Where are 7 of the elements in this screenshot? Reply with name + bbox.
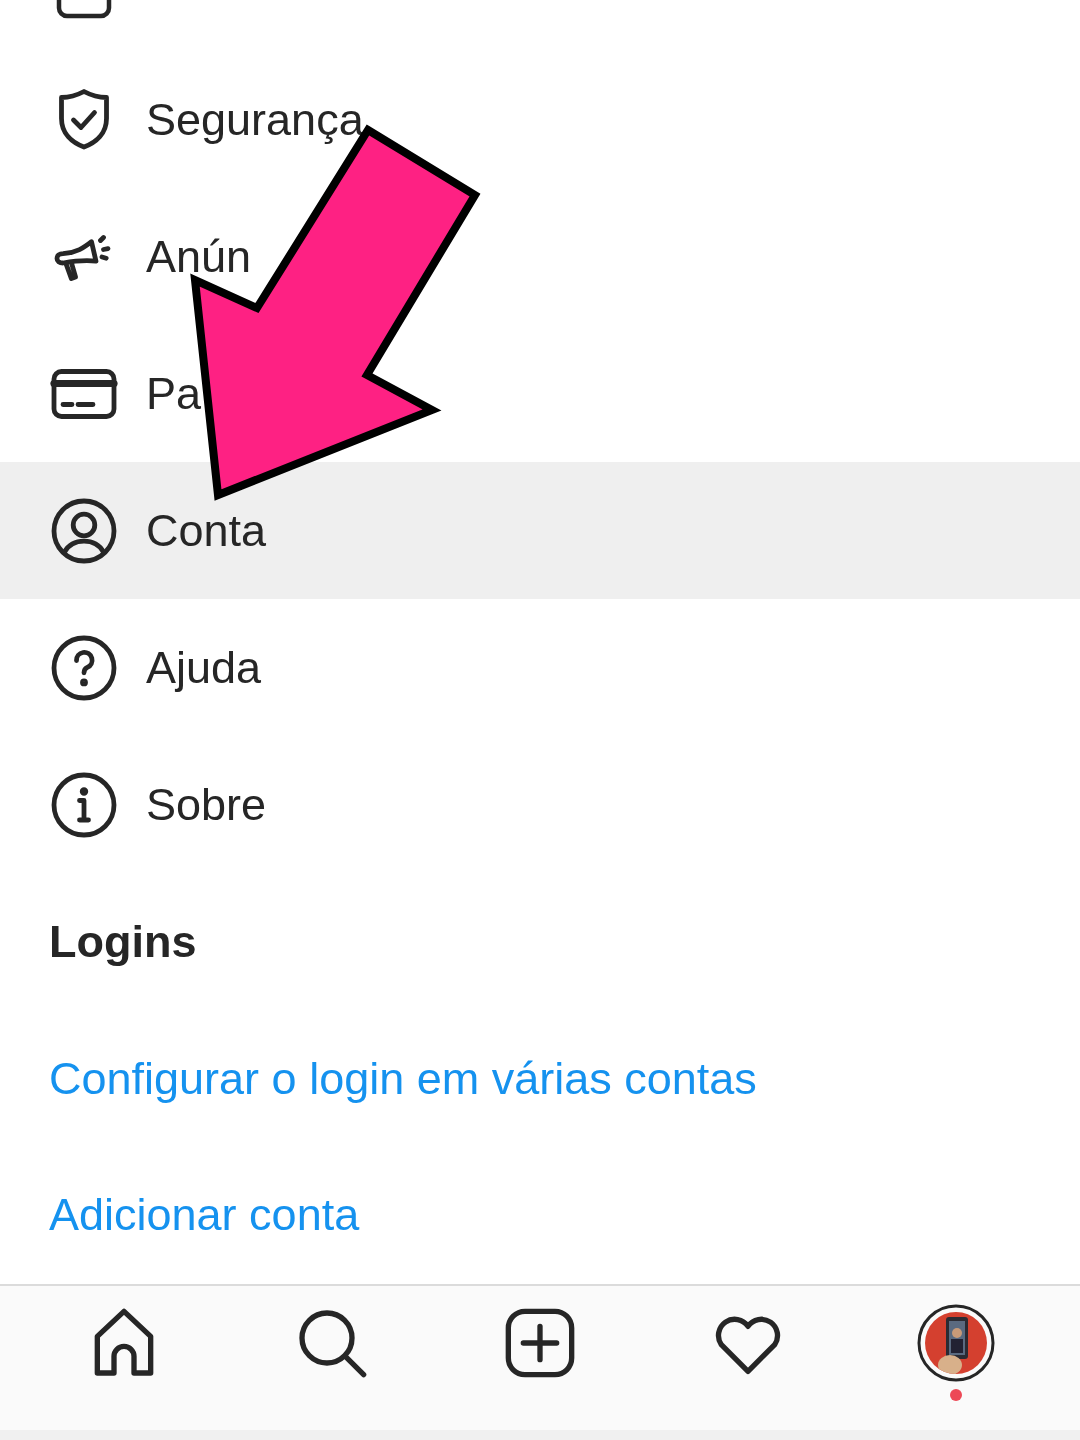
menu-item[interactable]: Ajuda <box>0 599 1080 737</box>
menu-item[interactable]: Pa <box>0 325 1080 463</box>
section-heading: Logins <box>49 915 197 968</box>
menu-item[interactable]: Sobre <box>0 736 1080 874</box>
menu-item[interactable]: Segurança <box>0 51 1080 189</box>
menu-item[interactable]: Anún <box>0 188 1080 326</box>
menu-item[interactable]: Conta <box>0 462 1080 600</box>
